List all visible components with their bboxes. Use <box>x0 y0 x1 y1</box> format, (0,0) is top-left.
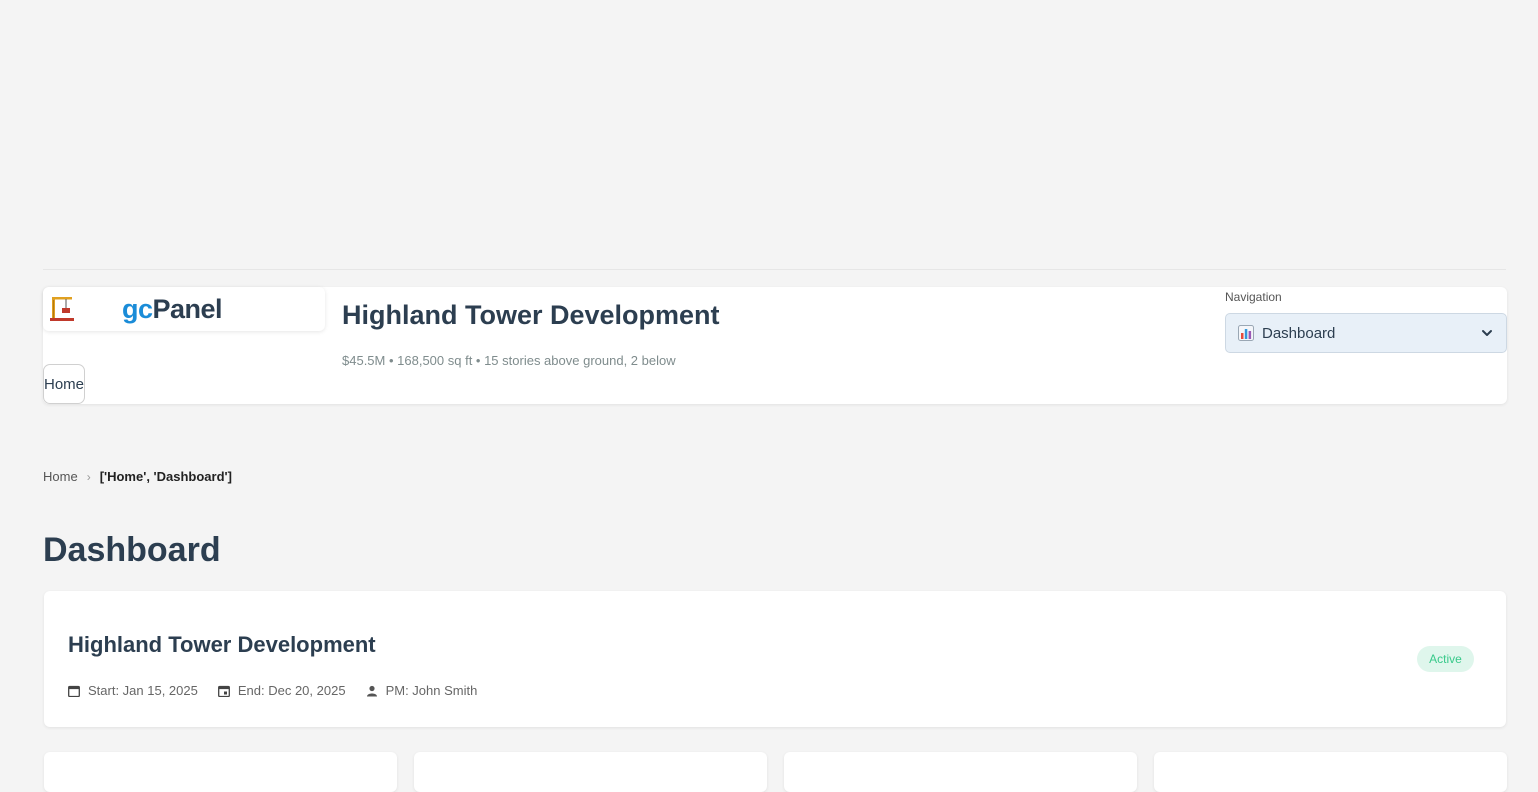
home-button[interactable]: Home <box>43 364 85 404</box>
project-title: Highland Tower Development <box>342 300 720 330</box>
brand-prefix: gc <box>122 294 153 324</box>
start-date-text: Start: Jan 15, 2025 <box>88 683 198 698</box>
navigation-label: Navigation <box>1225 290 1282 304</box>
breadcrumb: Home › ['Home', 'Dashboard'] <box>43 469 232 484</box>
end-date-text: End: Dec 20, 2025 <box>237 683 346 698</box>
brand-suffix: Panel <box>152 294 223 324</box>
project-card-title: Highland Tower Development <box>68 632 376 657</box>
top-divider <box>43 269 1506 270</box>
status-badge: Active <box>1417 646 1474 672</box>
stat-card <box>414 752 767 792</box>
crane-icon <box>50 297 74 321</box>
brand-name: gcPanel <box>122 294 223 325</box>
logo[interactable]: gcPanel <box>43 287 325 331</box>
breadcrumb-current: ['Home', 'Dashboard'] <box>99 469 232 484</box>
project-subtitle: $45.5M • 168,500 sq ft • 15 stories abov… <box>342 353 676 368</box>
project-manager: PM: John Smith <box>366 683 478 698</box>
calendar-icon <box>68 685 80 697</box>
project-meta: Start: Jan 15, 2025 End: Dec 20, 2025 PM… <box>68 683 497 698</box>
navigation-select[interactable]: Dashboard <box>1225 313 1507 353</box>
chevron-down-icon <box>1482 330 1492 336</box>
breadcrumb-separator: › <box>86 469 91 484</box>
bar-chart-icon <box>1238 325 1254 341</box>
breadcrumb-home[interactable]: Home <box>43 469 78 484</box>
stat-card <box>1154 752 1507 792</box>
end-date: End: Dec 20, 2025 <box>217 683 346 698</box>
app-header: gcPanel Home Highland Tower Development … <box>43 287 1507 404</box>
project-summary-card: Highland Tower Development Start: Jan 15… <box>44 591 1506 727</box>
page-title: Dashboard <box>43 531 221 569</box>
project-manager-text: PM: John Smith <box>385 683 478 698</box>
stat-card <box>784 752 1137 792</box>
person-icon <box>366 685 377 696</box>
start-date: Start: Jan 15, 2025 <box>68 683 198 698</box>
navigation-selected-value: Dashboard <box>1262 324 1336 342</box>
calendar-end-icon <box>217 685 230 697</box>
stat-card <box>44 752 397 792</box>
